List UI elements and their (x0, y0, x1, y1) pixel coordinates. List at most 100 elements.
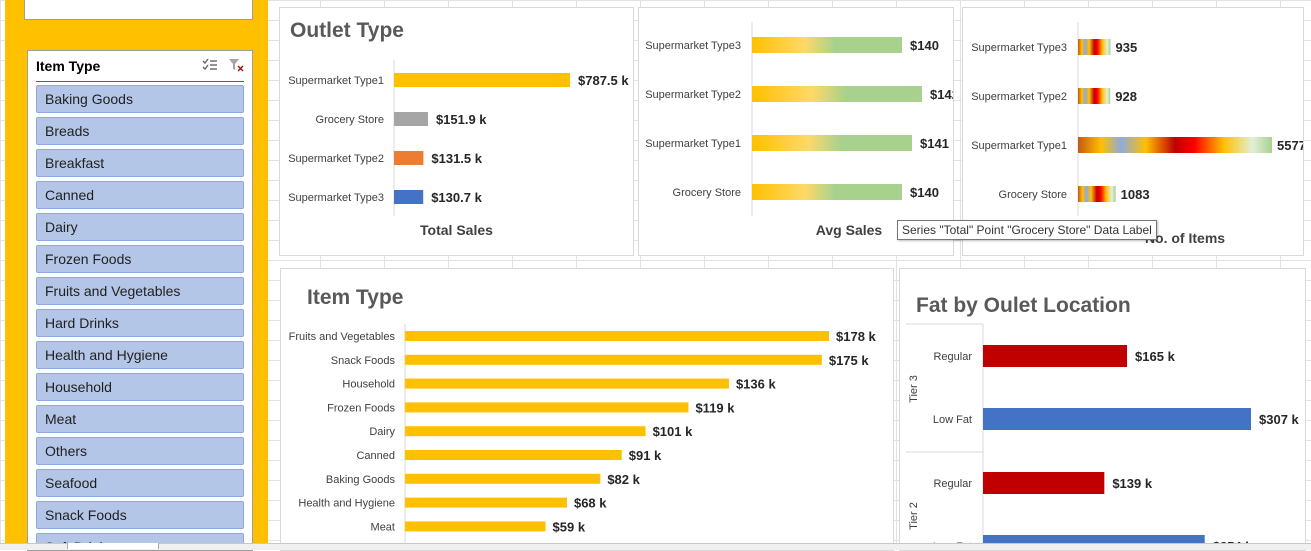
bar (405, 378, 729, 389)
bar (983, 472, 1105, 494)
category-label: Meat (371, 521, 395, 533)
item-type-chart[interactable]: Item Type Fruits and Vegetables $178 k Sna… (280, 268, 894, 551)
slicer-item[interactable]: Household (36, 373, 244, 401)
data-label: $165 k (1135, 349, 1176, 364)
data-label: $119 k (695, 400, 735, 415)
category-label: Supermarket Type3 (288, 192, 384, 204)
active-sheet-tab[interactable] (67, 543, 159, 549)
slicer-item[interactable]: Canned (36, 181, 244, 209)
category-label: Snack Foods (331, 355, 396, 367)
data-label: $59 k (553, 519, 586, 534)
data-label: $140 (910, 38, 939, 53)
category-label: Health and Hygiene (298, 498, 395, 510)
bar (405, 426, 646, 437)
data-label: $82 k (607, 472, 640, 487)
slicer-title: Item Type (36, 58, 101, 74)
number-of-items-chart[interactable]: Supermarket Type3 935 Supermarket Type2 928… (962, 7, 1304, 256)
data-label: $178 k (836, 329, 877, 344)
bar (405, 331, 829, 341)
multi-select-icon[interactable] (202, 58, 218, 75)
slicer-item[interactable]: Dairy (36, 213, 244, 241)
group-label: Tier 3 (908, 375, 920, 403)
category-label: Supermarket Type2 (645, 89, 741, 101)
bar (983, 408, 1251, 430)
bar (1078, 137, 1272, 153)
bar (405, 402, 689, 413)
data-label: $139 k (1112, 476, 1153, 491)
data-label: $91 k (629, 448, 662, 463)
slicer-item[interactable]: Frozen Foods (36, 245, 244, 273)
bar (394, 112, 428, 126)
category-label: Grocery Store (999, 189, 1067, 201)
item-type-plot: Fruits and Vegetables $178 k Snack Foods $1… (289, 324, 877, 550)
data-label: 935 (1116, 40, 1138, 55)
category-label: Canned (356, 450, 395, 462)
data-label: $142 (930, 87, 953, 102)
slicer-item[interactable]: Baking Goods (36, 85, 244, 113)
slicer-item[interactable]: Snack Foods (36, 501, 244, 529)
bar (752, 184, 902, 200)
data-label-tooltip: Series "Total" Point "Grocery Store" Dat… (897, 220, 1157, 240)
slicer-header: Item Type (36, 51, 244, 82)
category-label: Supermarket Type3 (971, 42, 1067, 54)
category-label: Fruits and Vegetables (289, 331, 396, 343)
category-label: Supermarket Type1 (971, 140, 1067, 152)
slicer-tools (202, 58, 244, 75)
data-label: $307 k (1259, 412, 1300, 427)
slicer-item[interactable]: Meat (36, 405, 244, 433)
bar (1078, 88, 1111, 104)
top-slicer-box[interactable] (24, 0, 253, 20)
data-label: $151.9 k (436, 112, 487, 127)
group-label: Tier 2 (908, 502, 920, 530)
avg-sales-chart[interactable]: Supermarket Type3 $140 Supermarket Type2 $1… (638, 7, 954, 256)
fat-by-outlet-location-chart[interactable]: Fat by Oulet Location Tier 3 Tier 2 Regula… (899, 268, 1306, 551)
data-label: 928 (1115, 89, 1137, 104)
data-label: $68 k (574, 496, 607, 511)
clear-filter-icon[interactable] (228, 58, 244, 75)
number-of-items-plot: Supermarket Type3 935 Supermarket Type2 928… (971, 22, 1303, 216)
category-label: Grocery Store (673, 187, 741, 199)
slicer-item[interactable]: Breads (36, 117, 244, 145)
bar (394, 73, 570, 87)
slicer-item[interactable]: Breakfast (36, 149, 244, 177)
category-label: Regular (933, 478, 972, 490)
item-type-slicer[interactable]: Item Type Baking Goods Breads Breakfast Can… (27, 50, 253, 551)
bar (394, 190, 424, 204)
category-label: Grocery Store (316, 114, 384, 126)
bar (394, 151, 424, 165)
slicer-item[interactable]: Others (36, 437, 244, 465)
bar (752, 37, 902, 53)
data-label: $140 (910, 185, 939, 200)
slicer-item[interactable]: Health and Hygiene (36, 341, 244, 369)
bar (1078, 39, 1111, 55)
x-axis-title: Total Sales (420, 222, 493, 238)
slicer-item-list: Baking Goods Breads Breakfast Canned Dairy Fr… (28, 82, 252, 550)
slicer-item[interactable]: Seafood (36, 469, 244, 497)
category-label: Supermarket Type2 (288, 153, 384, 165)
data-label: $131.5 k (431, 151, 482, 166)
category-label: Regular (933, 351, 972, 363)
bar (752, 135, 912, 151)
category-label: Supermarket Type2 (971, 91, 1067, 103)
slicer-item[interactable]: Fruits and Vegetables (36, 277, 244, 305)
data-label: $130.7 k (431, 190, 482, 205)
avg-sales-plot: Supermarket Type3 $140 Supermarket Type2 $1… (645, 22, 953, 216)
bar (752, 86, 922, 102)
bar (405, 354, 822, 365)
bar (405, 521, 546, 532)
data-label: $141 (920, 136, 949, 151)
data-label: $175 k (829, 353, 870, 368)
outlet-type-plot: Supermarket Type1 $787.5 k Grocery Store $1… (288, 60, 629, 216)
category-label: Frozen Foods (327, 402, 395, 414)
category-label: Supermarket Type1 (288, 75, 384, 87)
outlet-type-chart[interactable]: Outlet Type Supermarket Type1 $787.5 k Gro… (279, 7, 634, 256)
slicer-item[interactable]: Hard Drinks (36, 309, 244, 337)
category-label: Dairy (369, 426, 395, 438)
category-label: Household (342, 379, 395, 391)
bar (983, 345, 1128, 367)
data-label: $136 k (736, 377, 777, 392)
fat-location-plot: Tier 3 Tier 2 Regular $165 k Low Fat $307 k Re… (906, 323, 1300, 550)
category-label: Low Fat (933, 414, 972, 426)
category-label: Supermarket Type1 (645, 138, 741, 150)
data-label: 5577 (1277, 138, 1303, 153)
